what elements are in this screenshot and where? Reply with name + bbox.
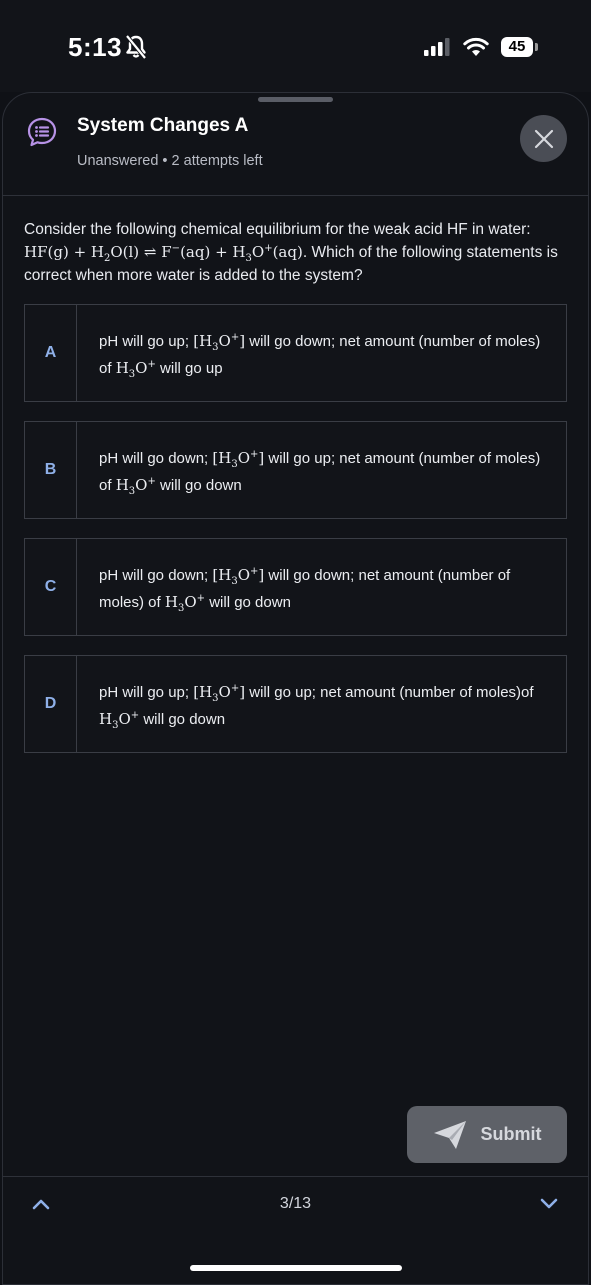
answer-option-a[interactable]: A pH will go up; [H3O+] will go down; ne… — [24, 304, 567, 402]
wifi-icon — [463, 37, 489, 56]
answer-option-b[interactable]: B pH will go down; [H3O+] will go up; ne… — [24, 421, 567, 519]
header-divider — [2, 195, 589, 196]
question-set-title: System Changes A — [77, 115, 249, 136]
option-letter: C — [25, 539, 77, 635]
option-text: pH will go down; [H3O+] will go up; net … — [99, 449, 541, 497]
close-icon — [534, 129, 553, 148]
sheet-grabber[interactable] — [258, 97, 333, 102]
question-intro: Consider the following chemical equilibr… — [24, 221, 531, 238]
submit-button[interactable]: Submit — [407, 1106, 567, 1163]
option-text: pH will go down; [H3O+] will go down; ne… — [99, 566, 511, 614]
footer-divider — [2, 1176, 589, 1177]
close-button[interactable] — [520, 115, 567, 162]
cellular-signal-icon — [424, 38, 450, 56]
question-counter: 3/13 — [279, 1195, 312, 1212]
attempt-status: Unanswered • 2 attempts left — [77, 153, 263, 169]
option-letter: B — [25, 422, 77, 518]
status-time: 5:13 — [68, 32, 123, 62]
option-text: pH will go up; [H3O+] will go down; net … — [99, 332, 541, 380]
battery-level: 45 — [501, 37, 533, 57]
send-plane-icon — [433, 1120, 466, 1149]
bell-slash-icon — [125, 34, 147, 60]
question-text: Consider the following chemical equilibr… — [24, 218, 569, 287]
chat-bubble-list-icon — [27, 117, 57, 147]
equilibrium-equation: HF(g) + H2O(l) ⇌ F−(aq) + H3O+(aq) — [24, 243, 303, 264]
answer-option-c[interactable]: C pH will go down; [H3O+] will go down; … — [24, 538, 567, 636]
battery-tip — [535, 43, 538, 51]
option-letter: A — [25, 305, 77, 401]
home-indicator — [190, 1265, 402, 1271]
option-text: pH will go up; [H3O+] will go up; net am… — [99, 683, 534, 731]
chevron-down-icon[interactable] — [540, 1197, 558, 1211]
submit-label: Submit — [480, 1124, 542, 1144]
option-letter: D — [25, 656, 77, 752]
answer-option-d[interactable]: D pH will go up; [H3O+] will go up; net … — [24, 655, 567, 753]
